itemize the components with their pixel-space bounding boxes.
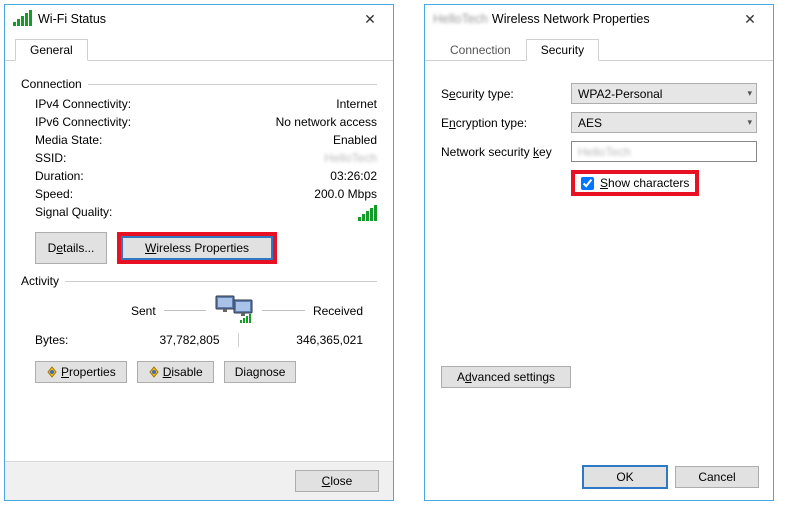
close-icon[interactable]: ✕ — [353, 8, 387, 30]
advanced-settings-button[interactable]: Advanced settings — [441, 366, 571, 388]
media-value: Enabled — [247, 133, 377, 147]
highlight-wireless-properties: Wireless Properties — [117, 232, 277, 264]
ipv4-label: IPv4 Connectivity: — [35, 97, 247, 111]
duration-value: 03:26:02 — [247, 169, 377, 183]
properties-button[interactable]: Properties — [35, 361, 127, 383]
bytes-sent: 37,782,805 — [95, 333, 238, 347]
group-connection: Connection — [21, 77, 377, 91]
signal-label: Signal Quality: — [35, 205, 247, 224]
window-title: Wi-Fi Status — [38, 12, 106, 26]
network-key-input[interactable]: HelloTech — [571, 141, 757, 162]
chevron-down-icon: ▾ — [747, 88, 752, 99]
tab-connection[interactable]: Connection — [435, 39, 526, 61]
tab-security[interactable]: Security — [526, 39, 599, 61]
signal-quality-icon — [247, 205, 377, 224]
encryption-type-combo[interactable]: AES ▾ — [571, 112, 757, 133]
ipv4-value: Internet — [247, 97, 377, 111]
security-type-combo[interactable]: WPA2-Personal ▾ — [571, 83, 757, 104]
security-type-label: Security type: — [441, 87, 571, 101]
chevron-down-icon: ▾ — [747, 117, 752, 128]
wifi-status-dialog: Wi-Fi Status ✕ General Connection IPv4 C… — [4, 4, 394, 501]
tab-general[interactable]: General — [15, 39, 88, 61]
titlebar: HelloTech Wireless Network Properties ✕ — [425, 5, 773, 33]
network-name-blurred: HelloTech — [433, 12, 488, 26]
sent-label: Sent — [131, 304, 156, 318]
show-characters-label: Show characters — [600, 176, 689, 190]
encryption-type-label: Encryption type: — [441, 116, 571, 130]
speed-label: Speed: — [35, 187, 247, 201]
bytes-received: 346,365,021 — [239, 333, 364, 347]
tab-strip: Connection Security — [425, 37, 773, 61]
show-characters-checkbox[interactable] — [581, 177, 594, 190]
ok-button[interactable]: OK — [583, 466, 667, 488]
ssid-value: HelloTech — [247, 151, 377, 165]
monitors-icon — [214, 294, 254, 327]
network-key-label: Network security key — [441, 145, 571, 159]
cancel-button[interactable]: Cancel — [675, 466, 759, 488]
group-activity: Activity — [21, 274, 377, 288]
diagnose-button[interactable]: Diagnose — [224, 361, 297, 383]
ssid-label: SSID: — [35, 151, 247, 165]
bytes-label: Bytes: — [35, 333, 95, 347]
wifi-signal-icon — [13, 10, 32, 29]
close-button[interactable]: Close — [295, 470, 379, 492]
titlebar: Wi-Fi Status ✕ — [5, 5, 393, 33]
highlight-show-characters: Show characters — [571, 170, 699, 196]
details-button[interactable]: Details... — [35, 232, 107, 264]
speed-value: 200.0 Mbps — [247, 187, 377, 201]
wireless-properties-button[interactable]: Wireless Properties — [122, 237, 272, 259]
ipv6-label: IPv6 Connectivity: — [35, 115, 247, 129]
disable-button[interactable]: Disable — [137, 361, 214, 383]
close-icon[interactable]: ✕ — [733, 8, 767, 30]
media-label: Media State: — [35, 133, 247, 147]
received-label: Received — [313, 304, 363, 318]
wireless-properties-dialog: HelloTech Wireless Network Properties ✕ … — [424, 4, 774, 501]
tab-strip: General — [5, 37, 393, 61]
duration-label: Duration: — [35, 169, 247, 183]
ipv6-value: No network access — [247, 115, 377, 129]
window-title: Wireless Network Properties — [492, 12, 650, 26]
